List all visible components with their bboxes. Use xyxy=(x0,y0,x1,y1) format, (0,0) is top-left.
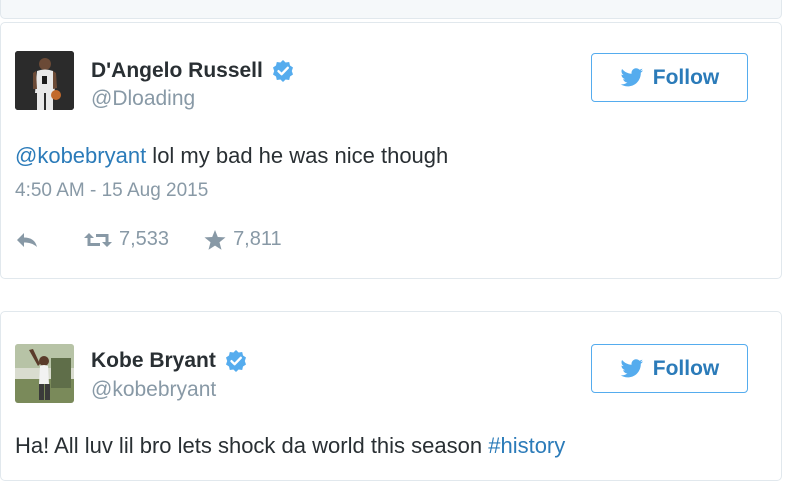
verified-badge-icon xyxy=(224,349,248,373)
avatar[interactable] xyxy=(15,51,74,110)
retweet-icon xyxy=(83,230,113,250)
follow-button[interactable]: Follow xyxy=(591,344,748,393)
verified-badge-icon xyxy=(271,59,295,83)
display-name-text[interactable]: D'Angelo Russell xyxy=(91,59,263,83)
tweet-text: Ha! All luv lil bro lets shock da world … xyxy=(15,433,565,459)
avatar[interactable] xyxy=(15,344,74,403)
tweet-body: Ha! All luv lil bro lets shock da world … xyxy=(15,433,489,458)
handle[interactable]: @kobebryant xyxy=(91,378,216,402)
timestamp[interactable]: 4:50 AM - 15 Aug 2015 xyxy=(15,180,208,202)
follow-label: Follow xyxy=(652,65,720,89)
follow-label: Follow xyxy=(652,356,720,380)
display-name[interactable]: Kobe Bryant xyxy=(91,349,248,373)
follow-button[interactable]: Follow xyxy=(591,53,748,102)
tweet-actions: 7,533 7,811 xyxy=(15,228,282,251)
retweet-button[interactable]: 7,533 xyxy=(83,228,169,251)
tweet-body: lol my bad he was nice though xyxy=(146,143,449,168)
retweet-count: 7,533 xyxy=(119,228,170,250)
handle[interactable]: @Dloading xyxy=(91,87,195,111)
hashtag-link[interactable]: #history xyxy=(488,433,565,458)
display-name[interactable]: D'Angelo Russell xyxy=(91,59,295,83)
tweet-card: Kobe Bryant @kobebryant Follow Ha! All l… xyxy=(0,311,782,481)
mention-link[interactable]: @kobebryant xyxy=(15,143,146,168)
reply-icon xyxy=(15,231,39,249)
twitter-bird-icon xyxy=(620,358,644,379)
reply-button[interactable] xyxy=(15,231,39,249)
previous-tweet-card xyxy=(0,0,782,19)
tweet-card: D'Angelo Russell @Dloading Follow @kobeb… xyxy=(0,22,782,279)
display-name-text[interactable]: Kobe Bryant xyxy=(91,349,216,373)
twitter-bird-icon xyxy=(620,67,644,88)
tweet-text: @kobebryant lol my bad he was nice thoug… xyxy=(15,143,448,169)
star-icon xyxy=(203,229,227,251)
favorite-count: 7,811 xyxy=(233,228,282,250)
favorite-button[interactable]: 7,811 xyxy=(203,228,282,251)
